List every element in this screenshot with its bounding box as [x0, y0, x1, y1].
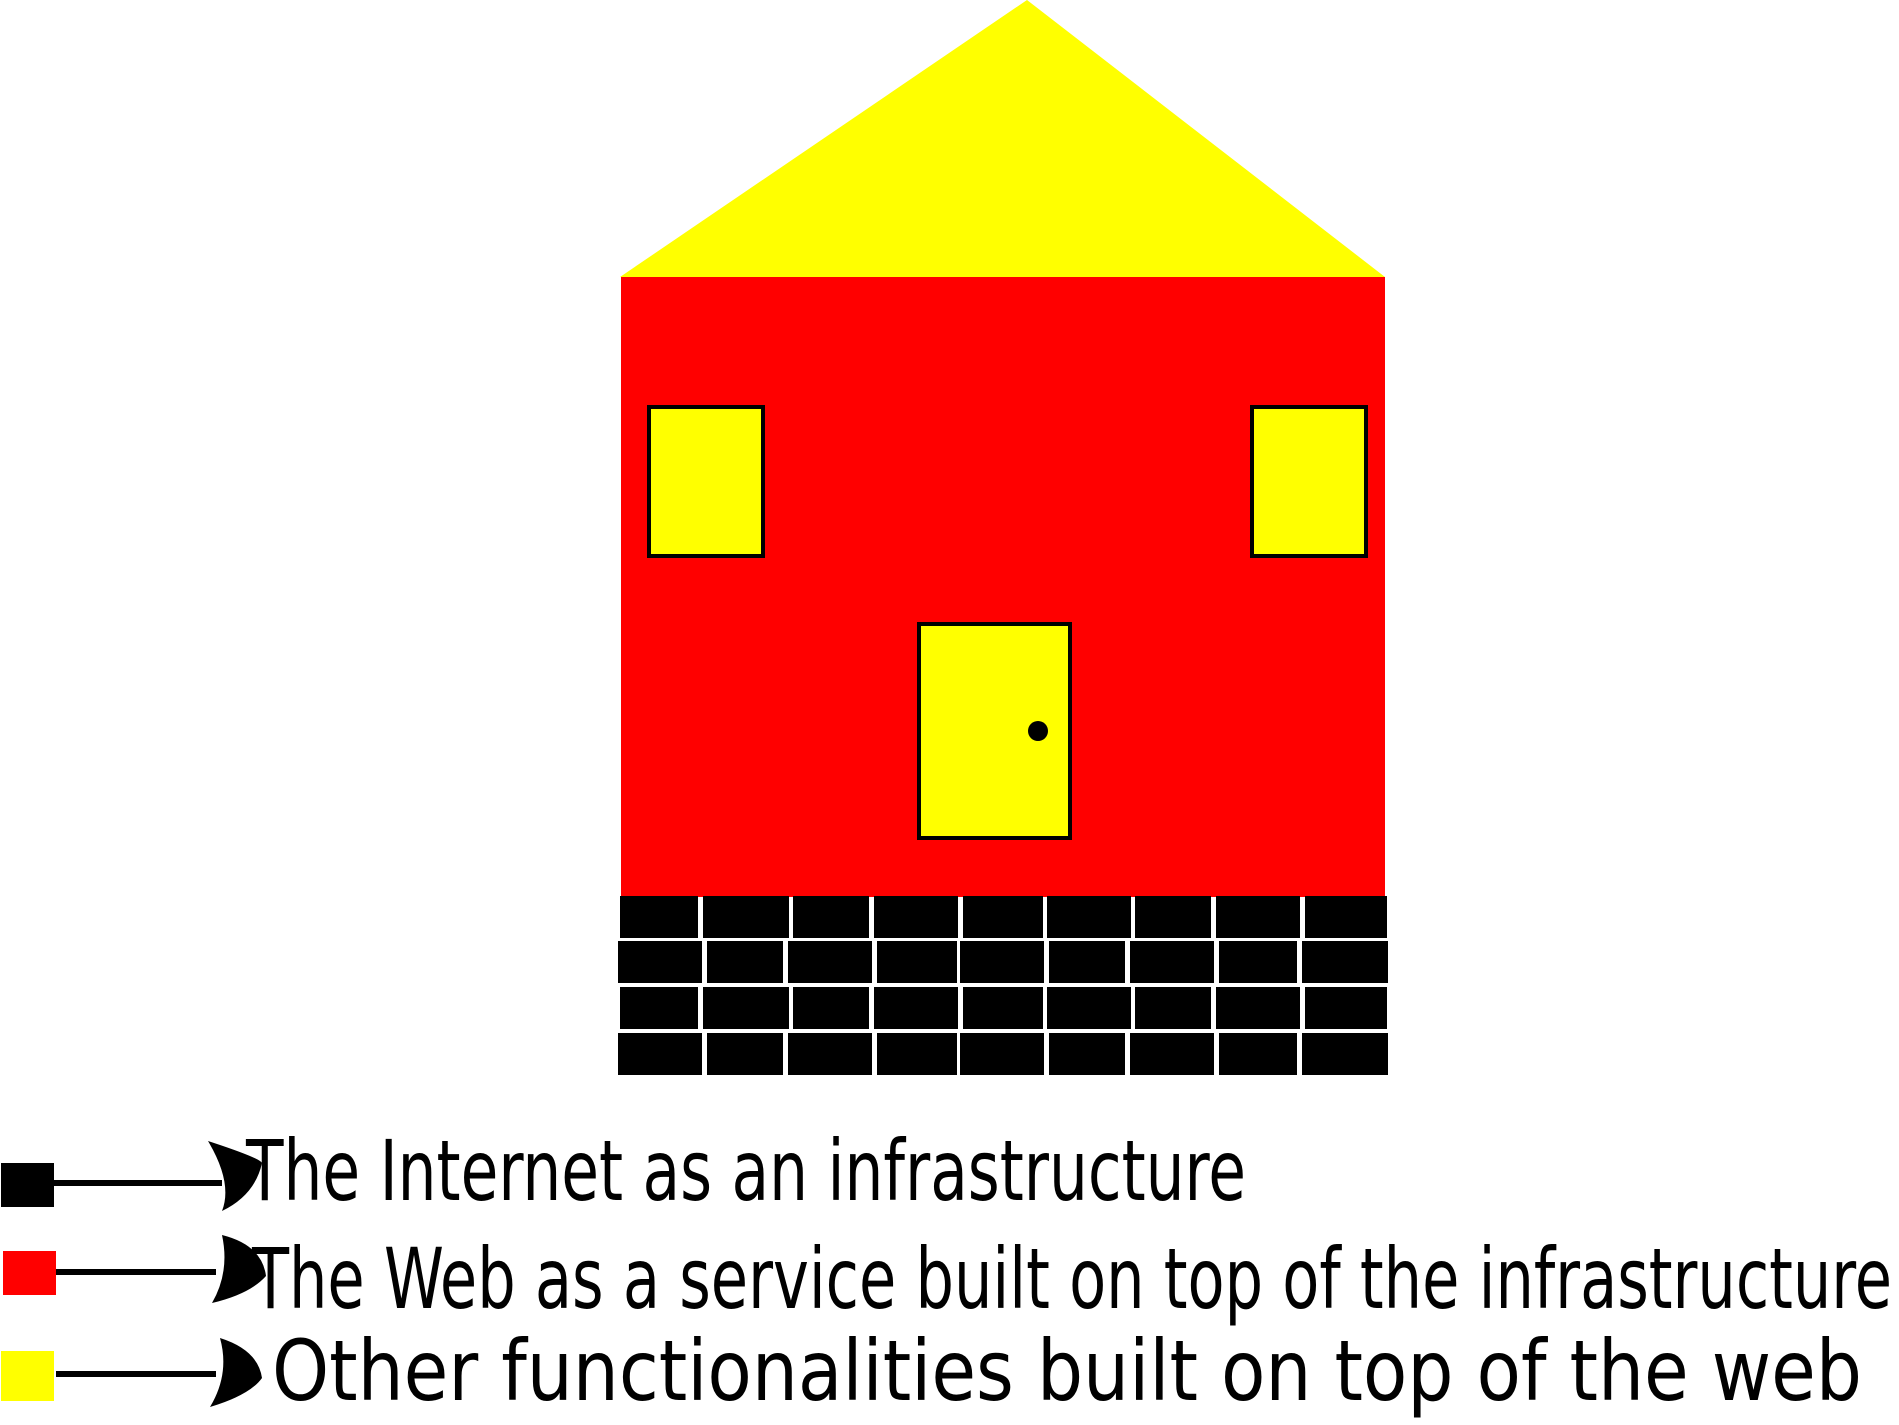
brick: [1219, 941, 1297, 983]
brick: [1130, 1033, 1214, 1075]
brick: [1305, 896, 1387, 938]
arrow-head-icon: [210, 1338, 262, 1407]
brick: [1130, 941, 1214, 983]
brick: [963, 896, 1043, 938]
legend-item-web: The Web as a service built on top of the…: [3, 1230, 1892, 1328]
brick: [874, 987, 958, 1029]
door-knob: [1028, 721, 1048, 741]
brick: [960, 941, 1044, 983]
brick: [1302, 941, 1388, 983]
brick: [1302, 1033, 1388, 1075]
brick: [618, 1033, 702, 1075]
brick: [1219, 1033, 1297, 1075]
brick: [1049, 941, 1125, 983]
legend-swatch-web: [3, 1251, 56, 1295]
legend: The Internet as an infrastructure The We…: [1, 1122, 1892, 1420]
legend-label-internet: The Internet as an infrastructure: [245, 1122, 1246, 1220]
brick: [1047, 987, 1131, 1029]
legend-label-functionalities: Other functionalities built on top of th…: [272, 1322, 1862, 1420]
brick: [1216, 987, 1300, 1029]
brick: [703, 896, 789, 938]
right-window: [1250, 405, 1368, 558]
legend-item-internet: The Internet as an infrastructure: [1, 1122, 1246, 1220]
brick: [963, 987, 1043, 1029]
house-diagram: The Internet as an infrastructure The We…: [1, 0, 1892, 1420]
brick: [1135, 896, 1211, 938]
brick: [788, 1033, 872, 1075]
brick: [1047, 896, 1131, 938]
brick: [1216, 896, 1300, 938]
brick: [1135, 987, 1211, 1029]
legend-item-functionalities: Other functionalities built on top of th…: [1, 1322, 1862, 1420]
brick: [793, 896, 869, 938]
brick: [707, 1033, 783, 1075]
brick: [793, 987, 869, 1029]
legend-label-web: The Web as a service built on top of the…: [251, 1230, 1892, 1328]
legend-swatch-functionalities: [1, 1351, 54, 1401]
brick: [618, 941, 702, 983]
brick: [1049, 1033, 1125, 1075]
legend-swatch-internet: [1, 1163, 54, 1207]
brick-foundation: [618, 896, 1388, 1075]
left-window: [647, 405, 765, 558]
roof: [620, 0, 1385, 277]
brick: [703, 987, 789, 1029]
brick: [788, 941, 872, 983]
brick: [874, 896, 958, 938]
brick: [877, 1033, 957, 1075]
brick: [1305, 987, 1387, 1029]
brick: [707, 941, 783, 983]
brick: [620, 896, 698, 938]
brick: [877, 941, 957, 983]
brick: [960, 1033, 1044, 1075]
brick: [620, 987, 698, 1029]
